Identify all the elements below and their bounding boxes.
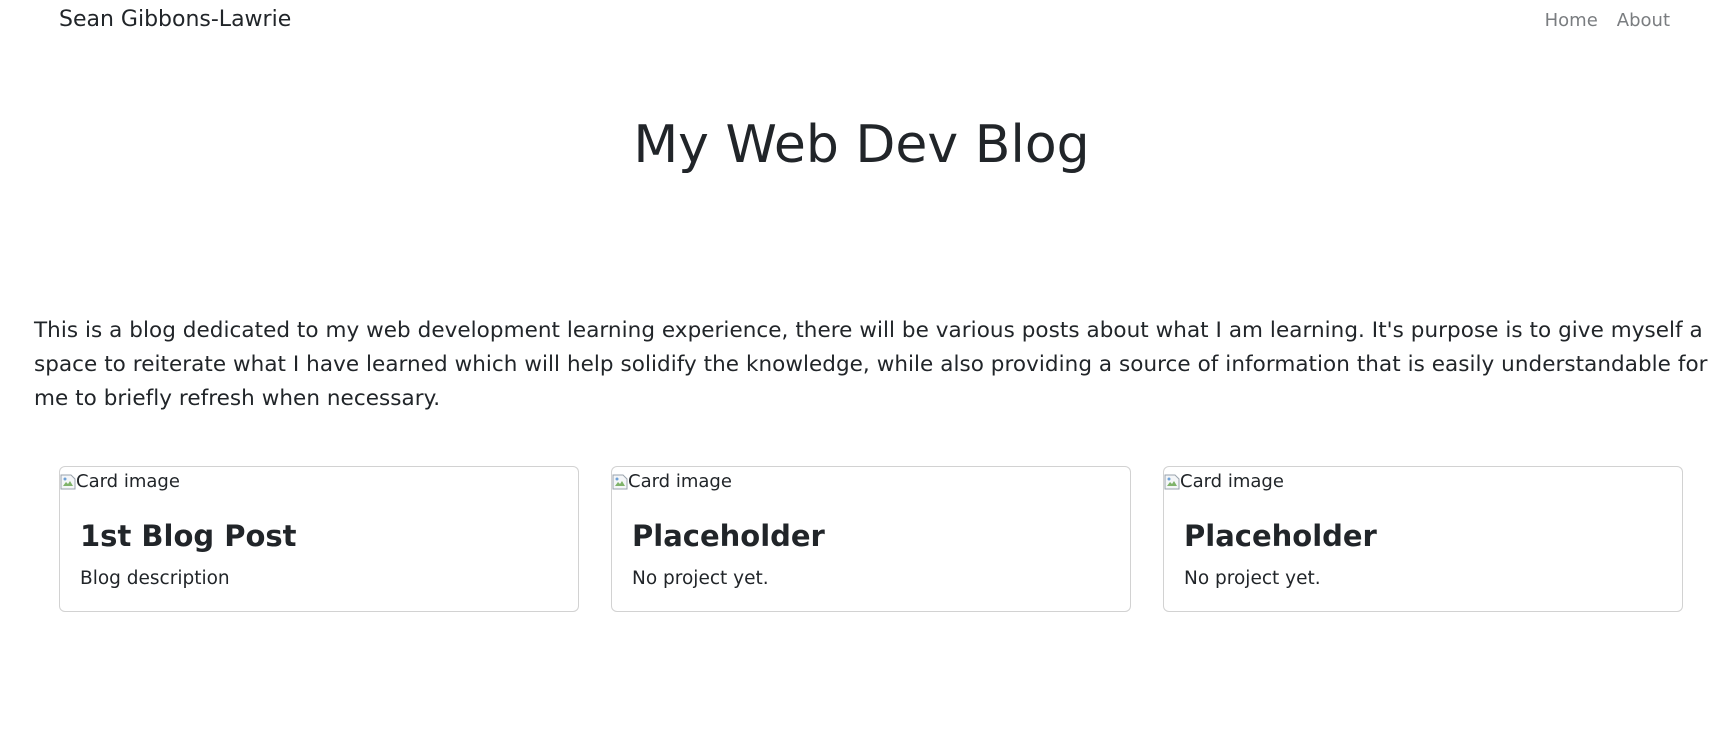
- navbar: Sean Gibbons-Lawrie Home About: [0, 0, 1723, 42]
- card-image: Card image: [60, 471, 180, 492]
- navbar-brand[interactable]: Sean Gibbons-Lawrie: [59, 7, 291, 32]
- nav-link-about[interactable]: About: [1617, 10, 1670, 31]
- broken-image-icon: [612, 474, 628, 490]
- card-blog-post-1[interactable]: Card image 1st Blog Post Blog descriptio…: [59, 466, 579, 612]
- nav-links: Home About: [1545, 10, 1670, 31]
- card-text: Blog description: [80, 568, 230, 589]
- card-text: No project yet.: [632, 568, 769, 589]
- card-title: Placeholder: [632, 519, 825, 553]
- intro-paragraph: This is a blog dedicated to my web devel…: [34, 318, 1708, 411]
- card-placeholder-2[interactable]: Card image Placeholder No project yet.: [1163, 466, 1683, 612]
- card-image-alt: Card image: [1180, 471, 1284, 492]
- nav-link-home[interactable]: Home: [1545, 10, 1598, 31]
- broken-image-icon: [1164, 474, 1180, 490]
- broken-image-icon: [60, 474, 76, 490]
- card-image-alt: Card image: [628, 471, 732, 492]
- card-title: Placeholder: [1184, 519, 1377, 553]
- card-text: No project yet.: [1184, 568, 1321, 589]
- card-image: Card image: [612, 471, 732, 492]
- card-image: Card image: [1164, 471, 1284, 492]
- card-image-alt: Card image: [76, 471, 180, 492]
- page-title: My Web Dev Blog: [633, 115, 1090, 175]
- card-title: 1st Blog Post: [80, 519, 297, 553]
- card-placeholder-1[interactable]: Card image Placeholder No project yet.: [611, 466, 1131, 612]
